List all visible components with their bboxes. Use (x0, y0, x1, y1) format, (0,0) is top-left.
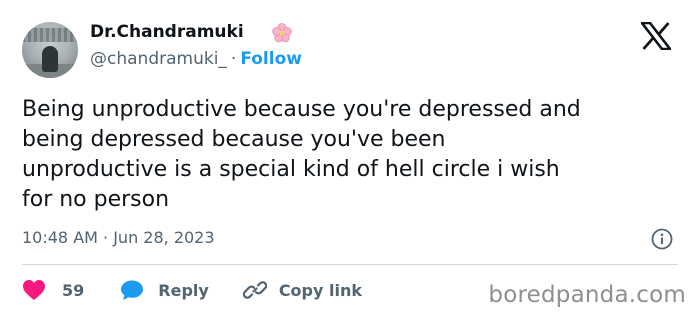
copy-link-label: Copy link (278, 280, 362, 300)
like-button[interactable]: 59 (22, 279, 84, 301)
tweet-timestamp[interactable]: 10:48 AM · Jun 28, 2023 (22, 228, 215, 247)
reply-label: Reply (158, 280, 209, 300)
link-icon (242, 281, 267, 299)
info-icon[interactable] (651, 228, 673, 250)
author-handle-row: @chandramuki_ · Follow (90, 49, 302, 69)
source-watermark: boredpanda.com (488, 282, 686, 308)
tweet-text: Being unproductive because you're depres… (22, 97, 581, 212)
author-display-name[interactable]: Dr.Chandramuki (90, 22, 244, 42)
copy-link-button[interactable]: Copy link (242, 278, 362, 302)
avatar[interactable] (22, 22, 78, 78)
reply-button[interactable]: Reply (120, 279, 209, 301)
x-logo-icon[interactable] (641, 22, 671, 50)
heart-icon (23, 280, 45, 300)
like-count: 59 (62, 280, 85, 300)
follow-button[interactable]: Follow (240, 49, 302, 69)
cherry-blossom-icon (272, 23, 292, 43)
separator-dot: · (230, 49, 237, 69)
speech-bubble-icon (121, 280, 144, 300)
author-handle[interactable]: @chandramuki_ (90, 49, 227, 69)
divider (22, 264, 678, 265)
avatar-person-figure (42, 46, 58, 72)
tweet-actions: 59 Reply Copy link (22, 278, 362, 302)
avatar-background-trees (22, 28, 78, 42)
